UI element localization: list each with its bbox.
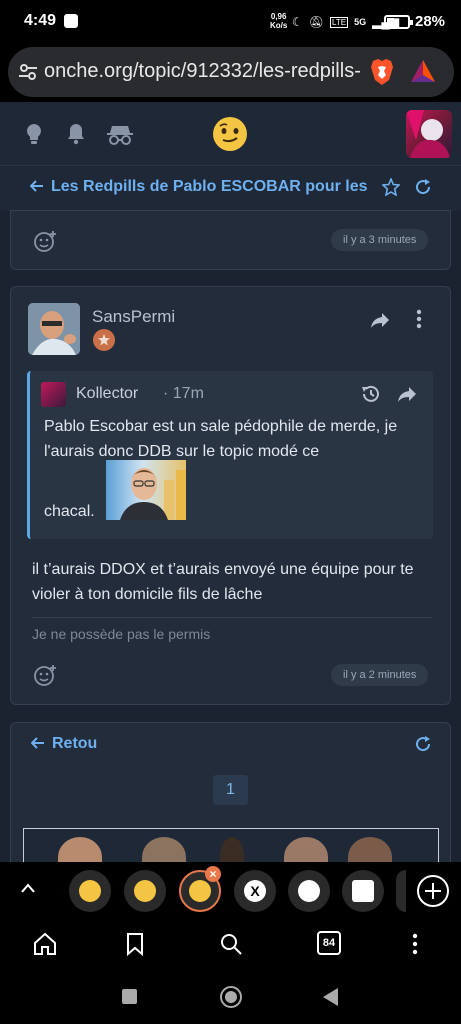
avatar-image	[28, 303, 80, 355]
quote-image[interactable]	[106, 460, 186, 520]
network-speed: 0,96 Ko/s	[270, 12, 287, 30]
topic-title-bar: Les Redpills de Pablo ESCOBAR pour les	[0, 167, 461, 211]
bookmark-icon[interactable]	[122, 931, 148, 957]
refresh-icon[interactable]	[414, 178, 432, 196]
post-body: il t’aurais DDOX et t’aurais envoyé une …	[32, 561, 414, 603]
system-navigation-bar	[0, 970, 461, 1024]
tab-partial[interactable]	[396, 870, 406, 912]
more-options-icon[interactable]	[416, 309, 422, 329]
add-reaction-icon[interactable]	[33, 229, 57, 253]
author-avatar[interactable]	[28, 303, 80, 355]
avatar-image	[406, 110, 450, 158]
share-icon[interactable]	[397, 385, 417, 403]
incognito-icon[interactable]	[106, 122, 134, 146]
speed-unit: Ko/s	[270, 21, 288, 30]
back-arrow-icon[interactable]	[30, 179, 44, 193]
status-time: 4:49	[24, 12, 57, 29]
page-number-button[interactable]: 1	[213, 775, 248, 805]
signature: Je ne possède pas le permis	[32, 626, 211, 642]
post-card: il y a 3 minutes	[10, 210, 451, 270]
battery-percent: 28%	[415, 13, 446, 30]
site-globe-icon	[298, 880, 320, 902]
post-time: il y a 2 minutes	[331, 664, 429, 686]
quote-author-avatar[interactable]	[41, 382, 66, 407]
quote-time: · 17m	[163, 385, 204, 402]
quote-text-end: chacal.	[44, 503, 95, 520]
home-icon[interactable]	[32, 931, 58, 957]
x-logo-icon: X	[244, 880, 266, 902]
post-card: SansPermi Kollector · 17m Pablo Escobar …	[10, 286, 451, 705]
history-icon[interactable]	[361, 384, 381, 404]
url-field[interactable]: onche.org/topic/912332/les-redpills-d	[8, 47, 454, 97]
add-reaction-icon[interactable]	[33, 663, 57, 687]
search-icon[interactable]	[218, 931, 244, 957]
return-card: Retou 1	[10, 722, 451, 882]
moon-icon: ☾	[292, 15, 303, 29]
smiley-icon	[189, 880, 211, 902]
smiley-icon	[134, 880, 156, 902]
recents-icon[interactable]	[122, 989, 137, 1004]
browser-toolbar: 84	[0, 920, 461, 970]
onche-smiley-logo[interactable]	[212, 116, 248, 152]
quoted-message: Kollector · 17m Pablo Escobar est un sal…	[27, 371, 433, 539]
site-settings-icon[interactable]	[18, 62, 38, 82]
tab-onche[interactable]	[69, 870, 111, 912]
badge-star-icon	[98, 334, 110, 346]
tab-strip: × X	[0, 862, 461, 920]
brave-rewards-icon[interactable]	[410, 59, 436, 83]
url-text[interactable]: onche.org/topic/912332/les-redpills-d	[44, 60, 360, 83]
mute-icon: 🔕︎	[308, 15, 324, 29]
more-menu-icon[interactable]	[402, 931, 428, 957]
network-type: 5G	[354, 17, 367, 27]
volte-icon: LTE	[330, 16, 349, 28]
notification-icon	[64, 14, 78, 28]
quote-text: Pablo Escobar est un sale pédophile de m…	[44, 418, 398, 460]
close-tab-icon[interactable]: ×	[205, 866, 221, 882]
site-icon	[352, 880, 374, 902]
quote-image-content	[120, 468, 186, 520]
battery-icon	[384, 15, 413, 29]
quote-author-name[interactable]: Kollector	[76, 385, 138, 403]
new-tab-icon[interactable]	[416, 874, 450, 908]
lightbulb-icon[interactable]	[22, 122, 46, 146]
tab-site[interactable]	[288, 870, 330, 912]
user-avatar[interactable]	[406, 110, 452, 158]
tab-site[interactable]	[342, 870, 384, 912]
signature-divider	[32, 617, 432, 618]
author-name[interactable]: SansPermi	[92, 307, 175, 327]
tabs-count-button[interactable]: 84	[317, 931, 341, 955]
star-icon[interactable]	[382, 178, 400, 196]
share-icon[interactable]	[370, 311, 390, 329]
post-time: il y a 3 minutes	[331, 229, 429, 251]
rank-badge	[93, 329, 115, 351]
back-nav-icon[interactable]	[322, 987, 340, 1007]
bell-icon[interactable]	[64, 122, 88, 146]
smiley-icon	[79, 880, 101, 902]
status-icons: ☾ 🔕︎ LTE 5G ▂▄▆	[292, 13, 399, 31]
speed-value: 0,96	[270, 12, 287, 21]
tab-onche[interactable]	[124, 870, 166, 912]
back-arrow-icon[interactable]	[31, 736, 45, 750]
browser-address-bar: onche.org/topic/912332/les-redpills-d	[0, 44, 461, 102]
chevron-up-icon[interactable]	[20, 882, 36, 894]
home-nav-icon[interactable]	[219, 985, 243, 1009]
return-link[interactable]: Retou	[52, 735, 97, 753]
refresh-icon[interactable]	[414, 735, 432, 753]
tab-x[interactable]: X	[234, 870, 276, 912]
brave-shields-icon[interactable]	[370, 58, 394, 86]
status-bar: 4:49 0,96 Ko/s ☾ 🔕︎ LTE 5G ▂▄▆ 28%	[0, 0, 461, 44]
topic-title[interactable]: Les Redpills de Pablo ESCOBAR pour les	[51, 178, 371, 196]
